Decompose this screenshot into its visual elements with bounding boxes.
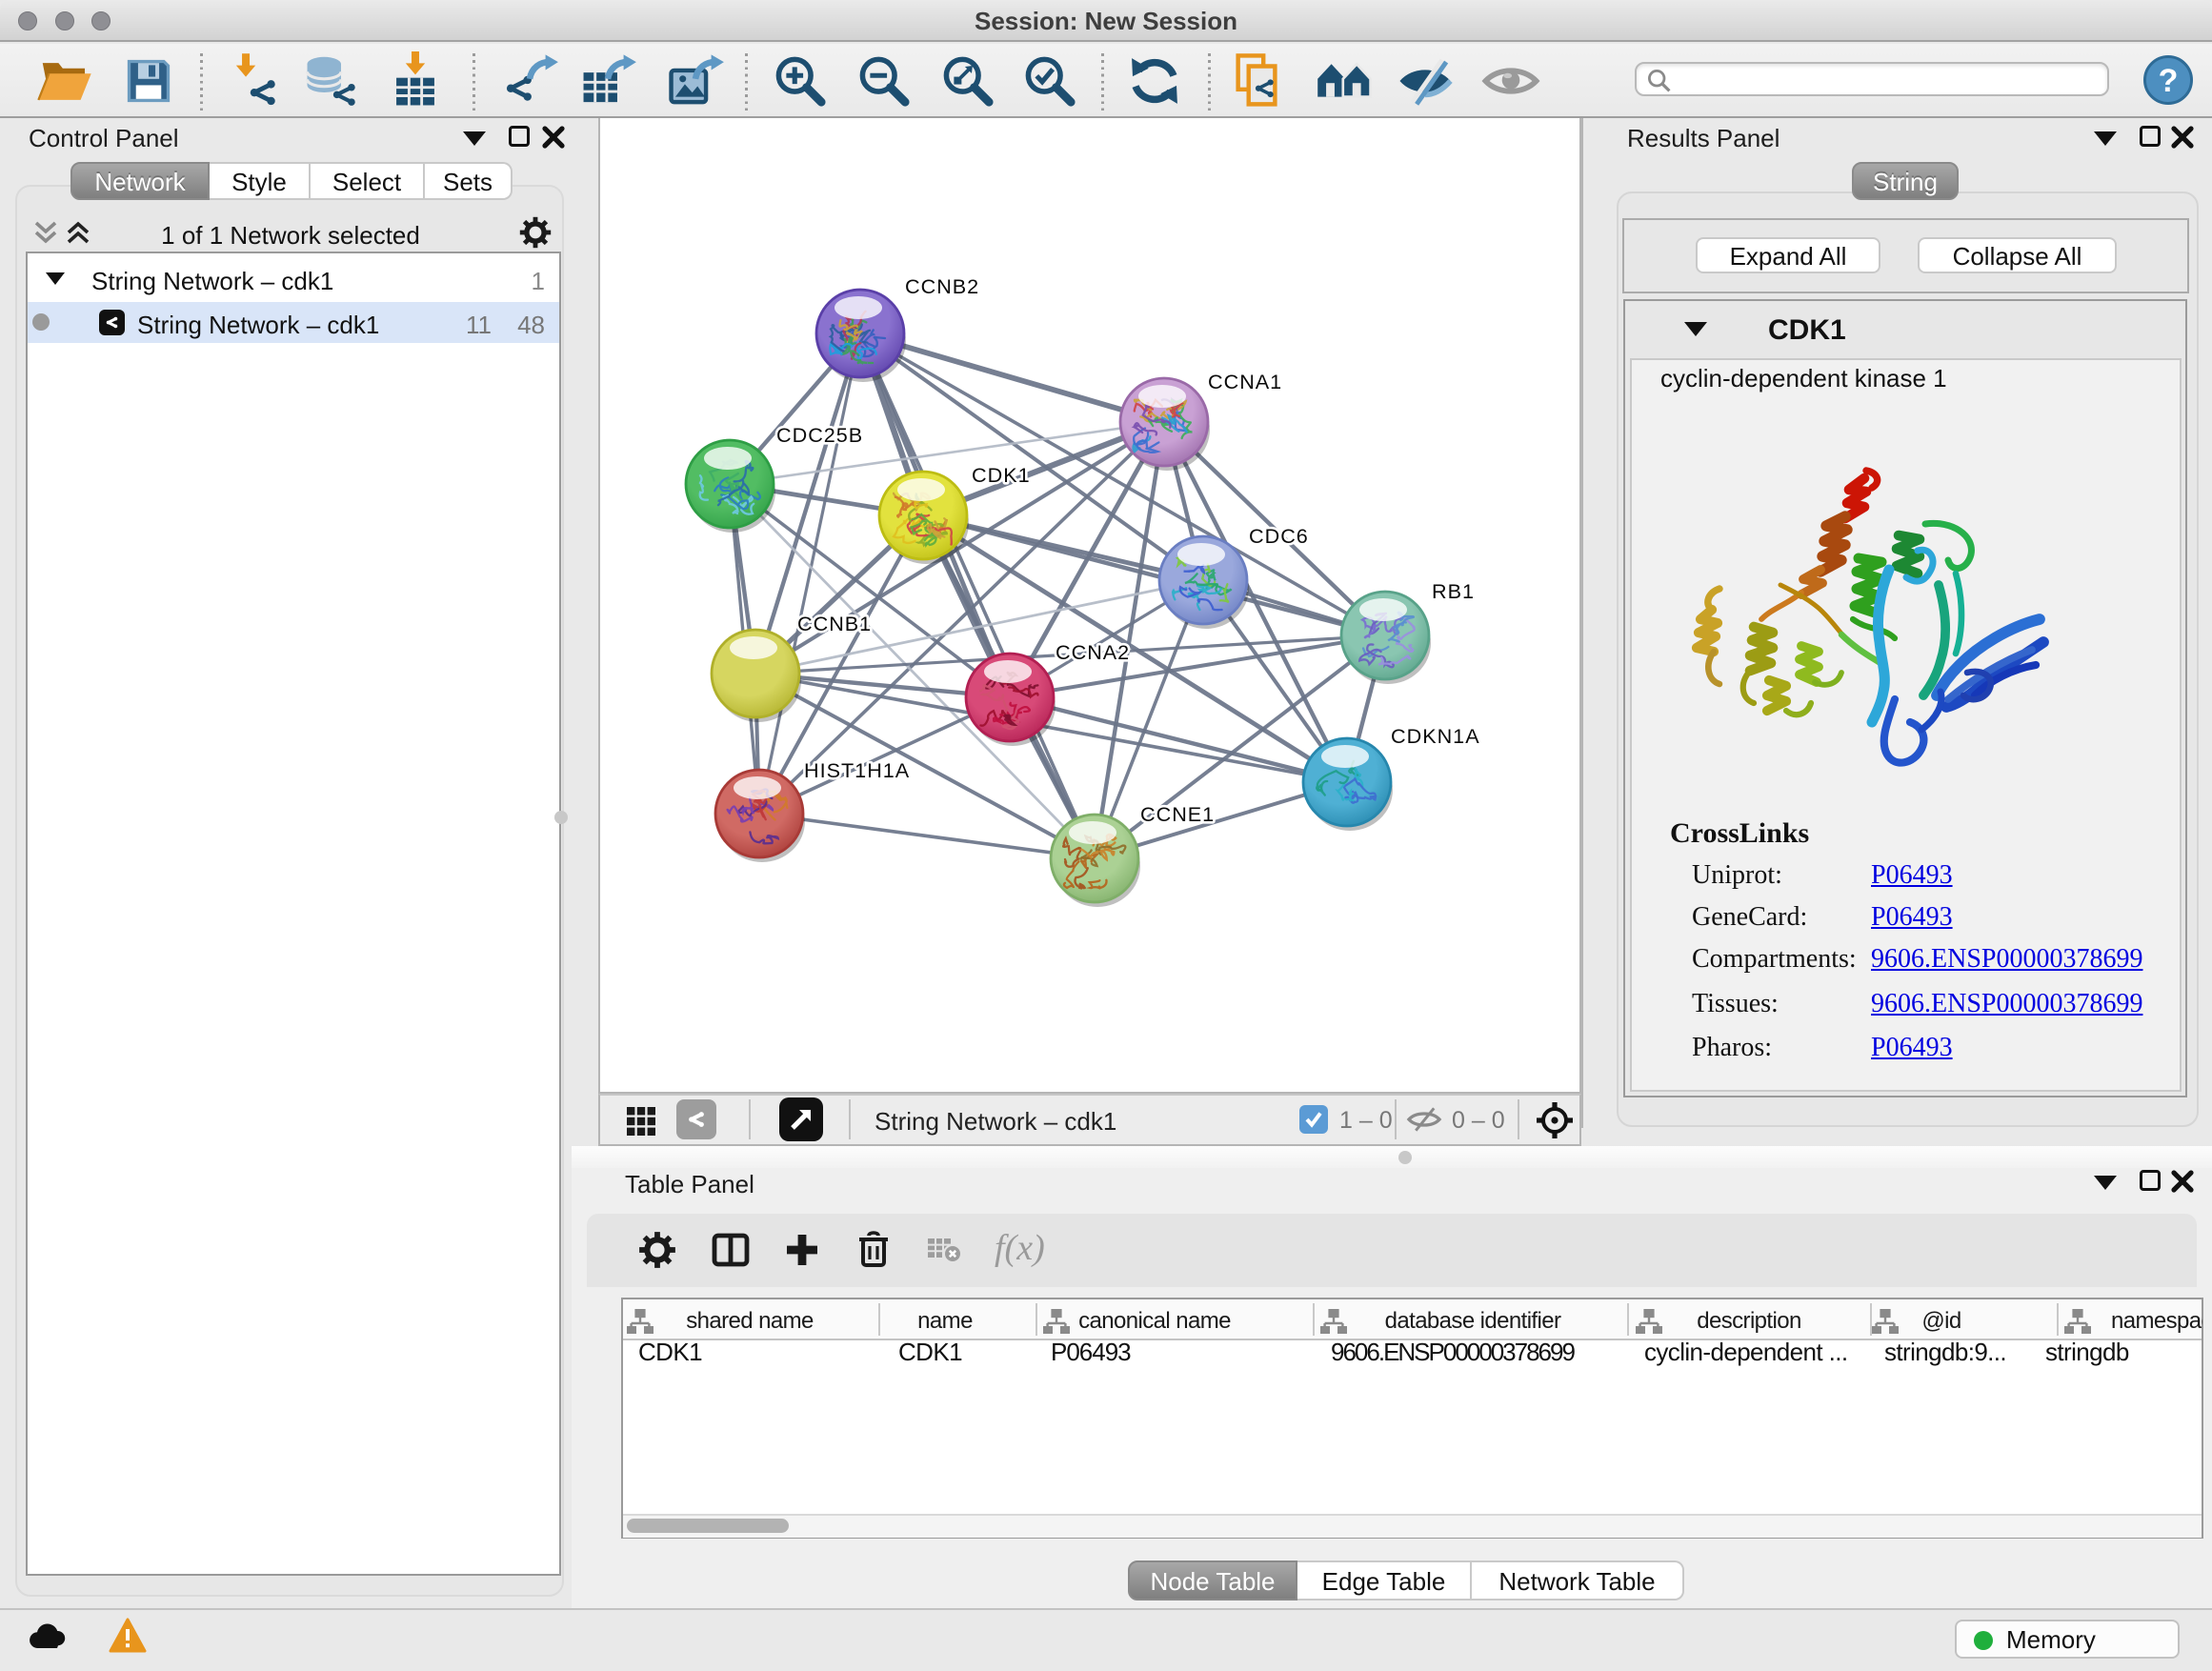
svg-text:CCNB2: CCNB2 [905,274,979,298]
svg-text:CCNA2: CCNA2 [1056,640,1130,664]
svg-text:HIST1H1A: HIST1H1A [804,758,910,782]
svg-text:CDC25B: CDC25B [776,423,863,447]
svg-text:CDK1: CDK1 [972,463,1031,487]
svg-text:CDC6: CDC6 [1249,524,1309,548]
svg-text:CCNE1: CCNE1 [1140,802,1215,826]
svg-text:CCNB1: CCNB1 [797,612,872,635]
svg-text:CCNA1: CCNA1 [1208,370,1282,393]
svg-text:RB1: RB1 [1432,579,1475,603]
svg-text:CDKN1A: CDKN1A [1391,724,1480,748]
